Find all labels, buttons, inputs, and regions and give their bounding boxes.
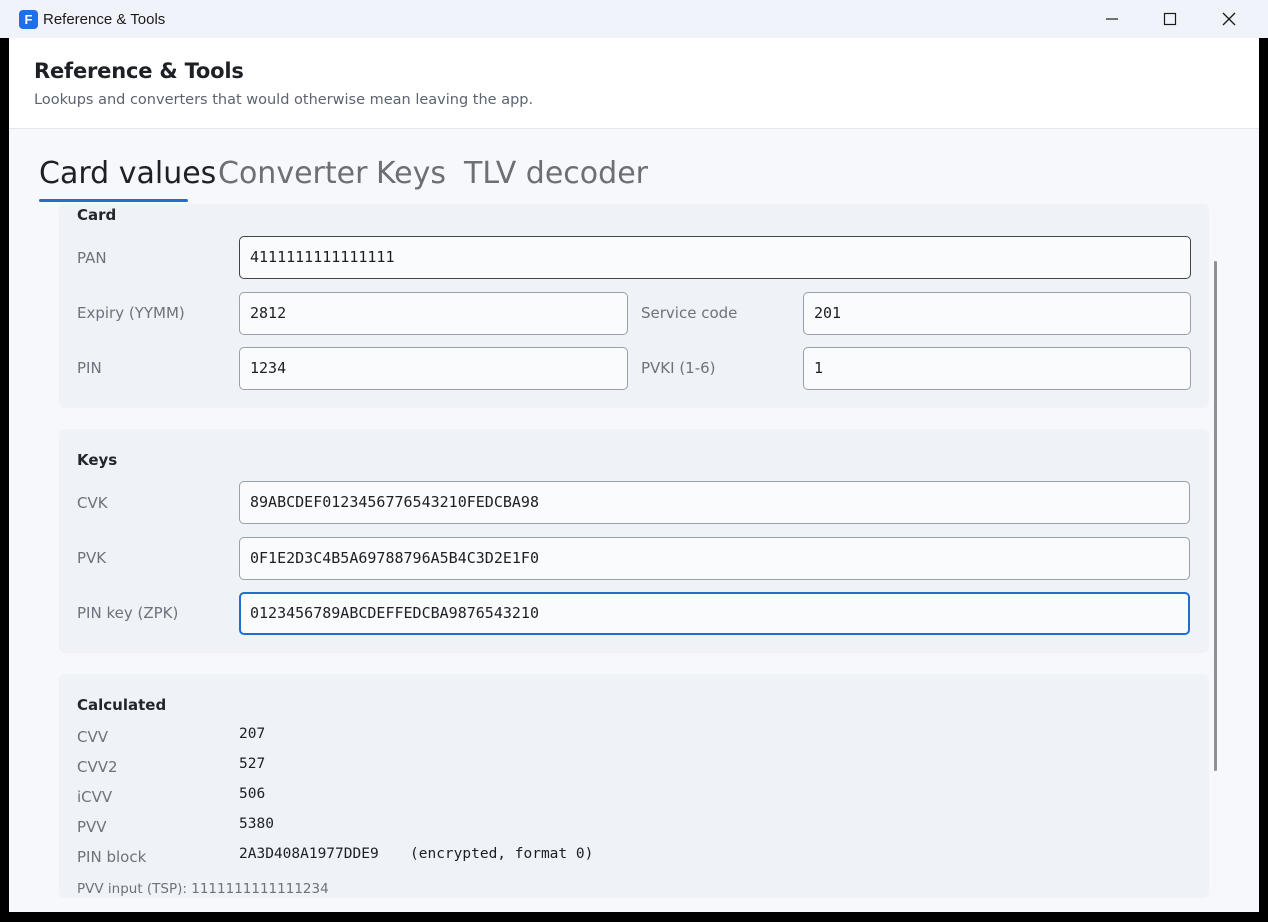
expiry-label: Expiry (YYMM) xyxy=(77,304,185,322)
title-bar: F Reference & Tools xyxy=(0,0,1268,38)
calculated-panel-title: Calculated xyxy=(77,696,167,714)
pin-block-value: 2A3D408A1977DDE9 xyxy=(239,846,379,862)
minimize-button[interactable] xyxy=(1083,0,1141,38)
keys-panel: Keys CVK 89ABCDEF0123456776543210FEDCBA9… xyxy=(59,429,1209,653)
app-icon: F xyxy=(19,10,38,29)
cvk-label: CVK xyxy=(77,494,108,512)
window-border-right xyxy=(1259,38,1268,922)
window-border-left xyxy=(0,38,9,922)
tab-converter[interactable]: Converter xyxy=(218,156,367,191)
active-tab-indicator xyxy=(39,199,188,202)
expiry-field[interactable]: 2812 xyxy=(239,292,628,335)
card-panel: Card PAN 4111111111111111 Expiry (YYMM) … xyxy=(59,204,1209,408)
icvv-label: iCVV xyxy=(77,788,113,806)
cvv2-label: CVV2 xyxy=(77,758,118,776)
zpk-field[interactable]: 0123456789ABCDEFFEDCBA9876543210 xyxy=(239,592,1190,635)
main-content: Reference & Tools Lookups and converters… xyxy=(9,38,1259,912)
tab-keys[interactable]: Keys xyxy=(376,156,446,191)
pin-block-note: (encrypted, format 0) xyxy=(410,846,594,862)
cvv-value: 207 xyxy=(239,726,266,742)
pan-label: PAN xyxy=(77,249,107,267)
pvk-label: PVK xyxy=(77,549,107,567)
pvki-label: PVKI (1-6) xyxy=(641,359,716,377)
window-border-bottom xyxy=(0,912,1268,922)
page-title: Reference & Tools xyxy=(34,59,244,83)
pvk-field[interactable]: 0F1E2D3C4B5A69788796A5B4C3D2E1F0 xyxy=(239,537,1190,580)
zpk-label: PIN key (ZPK) xyxy=(77,604,179,622)
keys-panel-title: Keys xyxy=(77,451,118,469)
page-header: Reference & Tools Lookups and converters… xyxy=(9,38,1259,129)
close-icon xyxy=(1222,12,1236,26)
icvv-value: 506 xyxy=(239,786,266,802)
maximize-icon xyxy=(1163,12,1177,26)
pin-block-label: PIN block xyxy=(77,848,147,866)
cvv2-value: 527 xyxy=(239,756,266,772)
pvv-value: 5380 xyxy=(239,816,274,832)
close-button[interactable] xyxy=(1200,0,1258,38)
cvk-field[interactable]: 89ABCDEF0123456776543210FEDCBA98 xyxy=(239,481,1190,524)
pvv-input-note: PVV input (TSP): 1111111111111234 xyxy=(77,881,329,897)
tab-tlv-decoder[interactable]: TLV decoder xyxy=(464,156,648,191)
pvki-field[interactable]: 1 xyxy=(803,347,1191,390)
pan-field[interactable]: 4111111111111111 xyxy=(239,236,1191,279)
vertical-scrollbar[interactable] xyxy=(1214,261,1217,771)
window-title: Reference & Tools xyxy=(43,11,166,28)
service-code-field[interactable]: 201 xyxy=(803,292,1191,335)
card-panel-title: Card xyxy=(77,206,117,224)
maximize-button[interactable] xyxy=(1141,0,1199,38)
tab-card-values[interactable]: Card values xyxy=(39,156,216,191)
calculated-panel: Calculated CVV 207 CVV2 527 iCVV 506 PVV… xyxy=(59,674,1209,898)
pvv-label: PVV xyxy=(77,818,107,836)
page-subtitle: Lookups and converters that would otherw… xyxy=(34,92,534,108)
cvv-label: CVV xyxy=(77,728,108,746)
app-window: F Reference & Tools Reference & Tools Lo… xyxy=(0,0,1268,922)
minimize-icon xyxy=(1106,18,1118,20)
pin-field[interactable]: 1234 xyxy=(239,347,628,390)
pin-label: PIN xyxy=(77,359,102,377)
service-code-label: Service code xyxy=(641,304,738,322)
